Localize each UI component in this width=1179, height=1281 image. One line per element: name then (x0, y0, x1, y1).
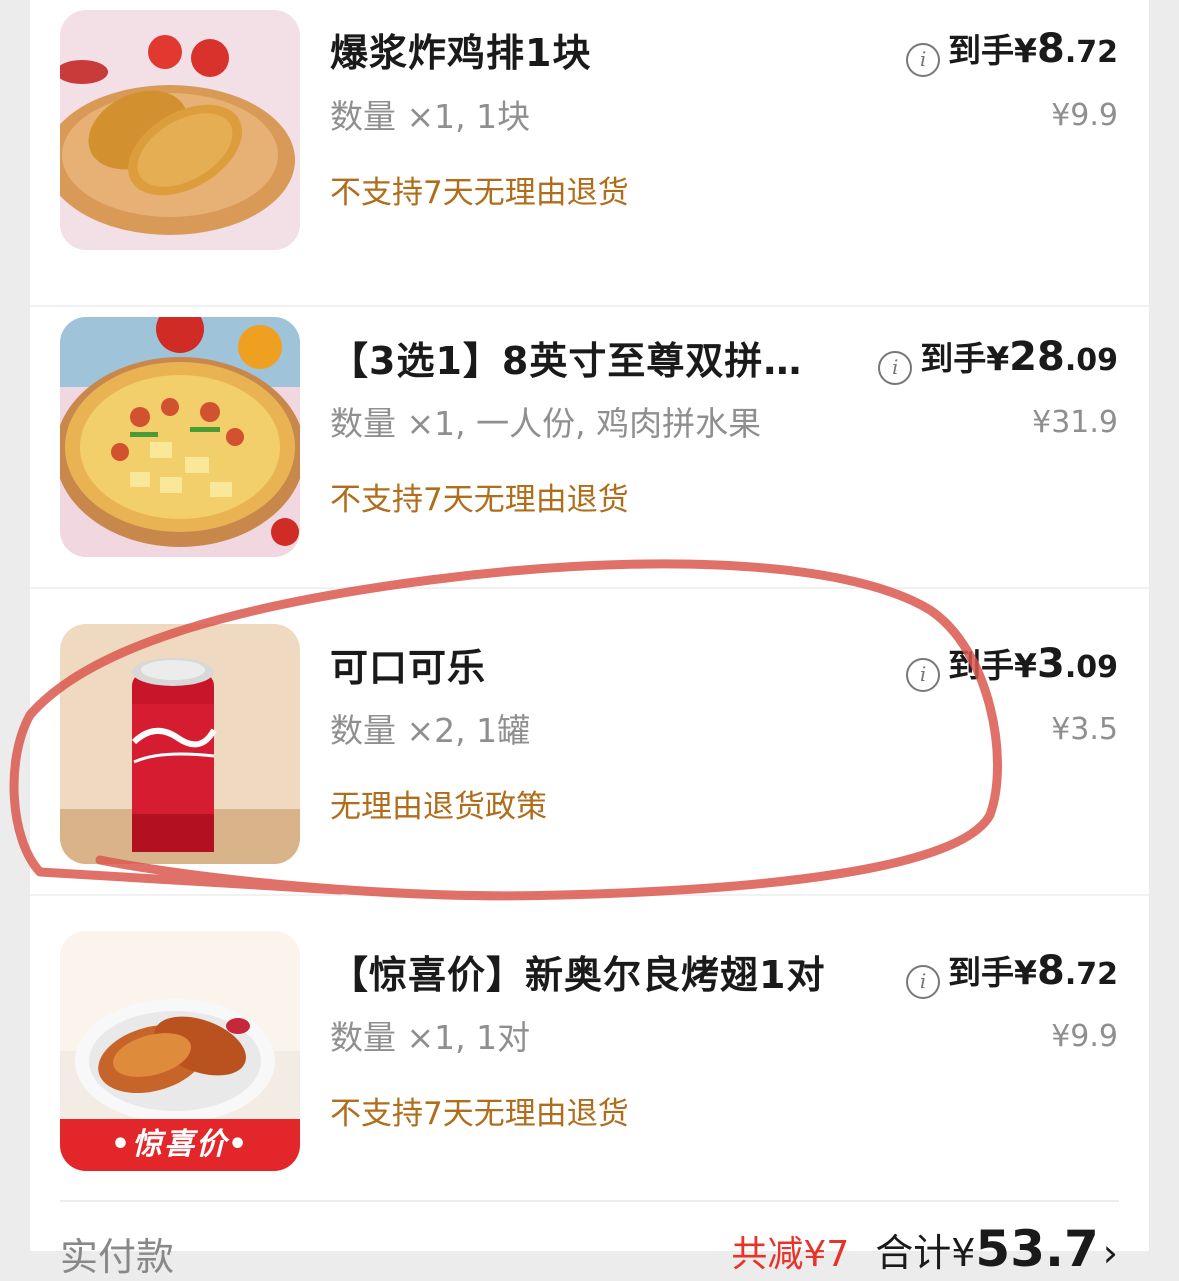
payment-label: 实付款 (60, 1235, 175, 1279)
order-items-card: 爆浆炸鸡排1块 数量 ×1, 1块 不支持7天无理由退货 i 到手¥ 8 .72… (30, 0, 1149, 1279)
return-policy: 不支持7天无理由退货 (330, 1096, 629, 1132)
final-price: i 到手¥ 28 .09 (878, 332, 1118, 385)
payment-summary[interactable]: 实付款 共减¥7 合计¥ 53.7 › (30, 1200, 1149, 1279)
original-price: ¥3.5 (1051, 712, 1118, 747)
discount-amount: 共减¥7 (731, 1234, 850, 1275)
order-item[interactable]: 【3选1】8英寸至尊双拼披萨 数量 ×1, 一人份, 鸡肉拼水果 不支持7天无理… (30, 282, 1149, 589)
price-decimal: .09 (1064, 650, 1118, 685)
product-image[interactable]: •惊喜价• (60, 931, 300, 1171)
coca-cola-image (60, 624, 300, 864)
price-decimal: .72 (1064, 957, 1118, 992)
total-value: 53.7 (975, 1220, 1099, 1278)
total-label: 合计¥ (875, 1231, 976, 1275)
info-icon[interactable]: i (878, 351, 913, 385)
price-label: 到手¥ (948, 953, 1037, 992)
chevron-right-icon[interactable]: › (1103, 1231, 1118, 1275)
price-label: 到手¥ (948, 31, 1037, 70)
price-decimal: .72 (1064, 35, 1118, 70)
product-image[interactable] (60, 10, 300, 250)
price-label: 到手¥ (948, 646, 1037, 685)
final-price: i 到手¥ 3 .09 (906, 639, 1118, 692)
price-integer: 8 (1037, 948, 1065, 994)
original-price: ¥9.9 (1051, 98, 1118, 133)
product-spec: 数量 ×1, 1对 (330, 1018, 531, 1057)
total-summary[interactable]: 共减¥7 合计¥ 53.7 › (731, 1220, 1118, 1278)
return-policy: 不支持7天无理由退货 (330, 175, 629, 211)
order-item[interactable]: •惊喜价• 【惊喜价】新奥尔良烤翅1对 数量 ×1, 1对 不支持7天无理由退货… (30, 896, 1149, 1203)
info-icon[interactable]: i (906, 965, 941, 999)
order-item[interactable]: 爆浆炸鸡排1块 数量 ×1, 1块 不支持7天无理由退货 i 到手¥ 8 .72… (30, 0, 1149, 307)
price-integer: 28 (1009, 334, 1065, 380)
product-spec: 数量 ×1, 1块 (330, 97, 531, 136)
product-spec: 数量 ×1, 一人份, 鸡肉拼水果 (330, 404, 762, 443)
return-policy: 不支持7天无理由退货 (330, 482, 629, 518)
original-price: ¥9.9 (1051, 1019, 1118, 1054)
original-price: ¥31.9 (1032, 405, 1118, 440)
product-name: 【3选1】8英寸至尊双拼披萨 (330, 339, 830, 383)
product-name: 爆浆炸鸡排1块 (330, 31, 592, 75)
info-icon[interactable]: i (906, 43, 941, 77)
product-spec: 数量 ×2, 1罐 (330, 711, 531, 750)
product-name: 【惊喜价】新奥尔良烤翅1对 (330, 953, 826, 997)
product-image[interactable] (60, 624, 300, 864)
product-name: 可口可乐 (330, 646, 487, 690)
final-price: i 到手¥ 8 .72 (906, 946, 1118, 999)
pizza-image (60, 317, 300, 557)
order-item[interactable]: 可口可乐 数量 ×2, 1罐 无理由退货政策 i 到手¥ 3 .09 ¥3.5 (30, 589, 1149, 896)
price-integer: 3 (1037, 641, 1065, 687)
final-price: i 到手¥ 8 .72 (906, 24, 1118, 77)
promo-badge: •惊喜价• (60, 1119, 300, 1171)
divider (60, 1200, 1119, 1202)
info-icon[interactable]: i (906, 658, 941, 692)
price-decimal: .09 (1064, 343, 1118, 378)
fried-chicken-image (60, 10, 300, 250)
return-policy: 无理由退货政策 (330, 789, 547, 825)
price-integer: 8 (1037, 26, 1065, 72)
price-label: 到手¥ (920, 339, 1010, 378)
product-image[interactable] (60, 317, 300, 557)
